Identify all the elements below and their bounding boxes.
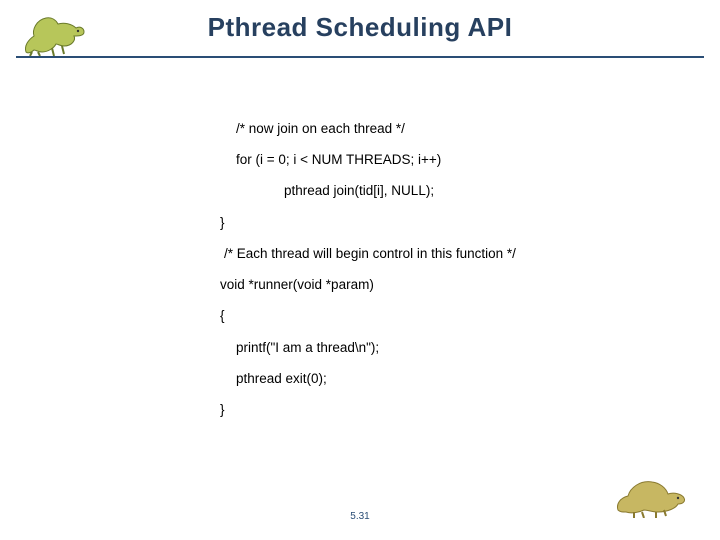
title-divider [16,56,704,58]
slide: Pthread Scheduling API /* now join on ea… [0,0,720,540]
code-line: for (i = 0; i < NUM THREADS; i++) [220,151,640,169]
code-line: pthread join(tid[i], NULL); [220,182,640,200]
code-line: pthread exit(0); [220,370,640,388]
code-line: } [220,214,640,232]
title-wrap: Pthread Scheduling API [0,12,720,43]
code-line: } [220,401,640,419]
code-line: printf("I am a thread\n"); [220,339,640,357]
code-line: /* now join on each thread */ [220,120,640,138]
dinosaur-bottom-icon [612,468,692,518]
page-title: Pthread Scheduling API [208,12,513,43]
code-line: void *runner(void *param) [220,276,640,294]
code-line: /* Each thread will begin control in thi… [224,245,640,263]
code-line: { [220,307,640,325]
code-block: /* now join on each thread */ for (i = 0… [220,120,640,432]
